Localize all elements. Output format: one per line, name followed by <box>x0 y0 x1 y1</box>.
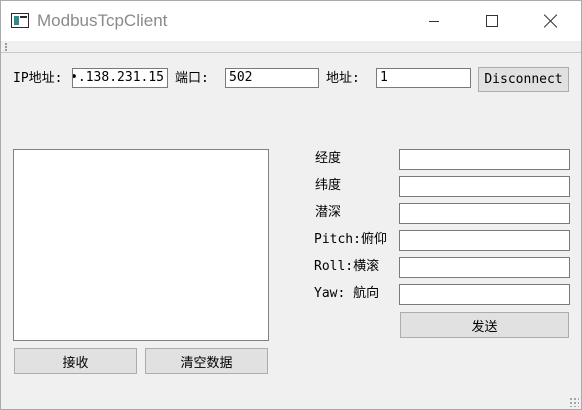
yaw-label: Yaw: 航向 <box>314 286 380 301</box>
window-title: ModbusTcpClient <box>37 11 168 30</box>
clear-data-button[interactable]: 清空数据 <box>145 348 268 374</box>
receive-text-area[interactable] <box>13 149 269 341</box>
disconnect-button[interactable]: Disconnect <box>478 67 569 92</box>
resize-grip-icon[interactable] <box>569 397 579 407</box>
title-bar[interactable]: ModbusTcpClient <box>1 1 581 41</box>
pitch-label: Pitch:俯仰 <box>314 232 387 247</box>
send-button[interactable]: 发送 <box>400 312 569 338</box>
ip-input-value: •.138.231.15 <box>72 70 164 85</box>
maximize-icon <box>486 15 498 27</box>
roll-label: Roll:横滚 <box>314 259 380 274</box>
main-window: ModbusTcpClient IP地址: •.138.231.15 端口: 5… <box>0 0 582 410</box>
roll-input[interactable] <box>399 257 570 278</box>
ip-input[interactable]: •.138.231.15 <box>72 68 168 88</box>
maximize-button[interactable] <box>463 1 521 41</box>
depth-input[interactable] <box>399 203 570 224</box>
ip-label: IP地址: <box>13 71 63 86</box>
address-label: 地址: <box>326 71 360 86</box>
receive-button[interactable]: 接收 <box>14 348 137 374</box>
latitude-input[interactable] <box>399 176 570 197</box>
port-input[interactable]: 502 <box>225 68 319 88</box>
pitch-input[interactable] <box>399 230 570 251</box>
app-icon <box>11 13 29 28</box>
close-button[interactable] <box>522 1 580 41</box>
yaw-input[interactable] <box>399 284 570 305</box>
minimize-icon <box>429 20 439 22</box>
depth-label: 潜深 <box>315 205 342 220</box>
minimize-button[interactable] <box>405 1 463 41</box>
port-label: 端口: <box>175 71 209 86</box>
toolbar-grip-icon[interactable] <box>5 43 8 51</box>
longitude-input[interactable] <box>399 149 570 170</box>
toolbar <box>1 41 581 53</box>
address-input[interactable]: 1 <box>376 68 471 88</box>
longitude-label: 经度 <box>315 151 342 166</box>
latitude-label: 纬度 <box>315 178 342 193</box>
close-icon <box>544 14 558 28</box>
